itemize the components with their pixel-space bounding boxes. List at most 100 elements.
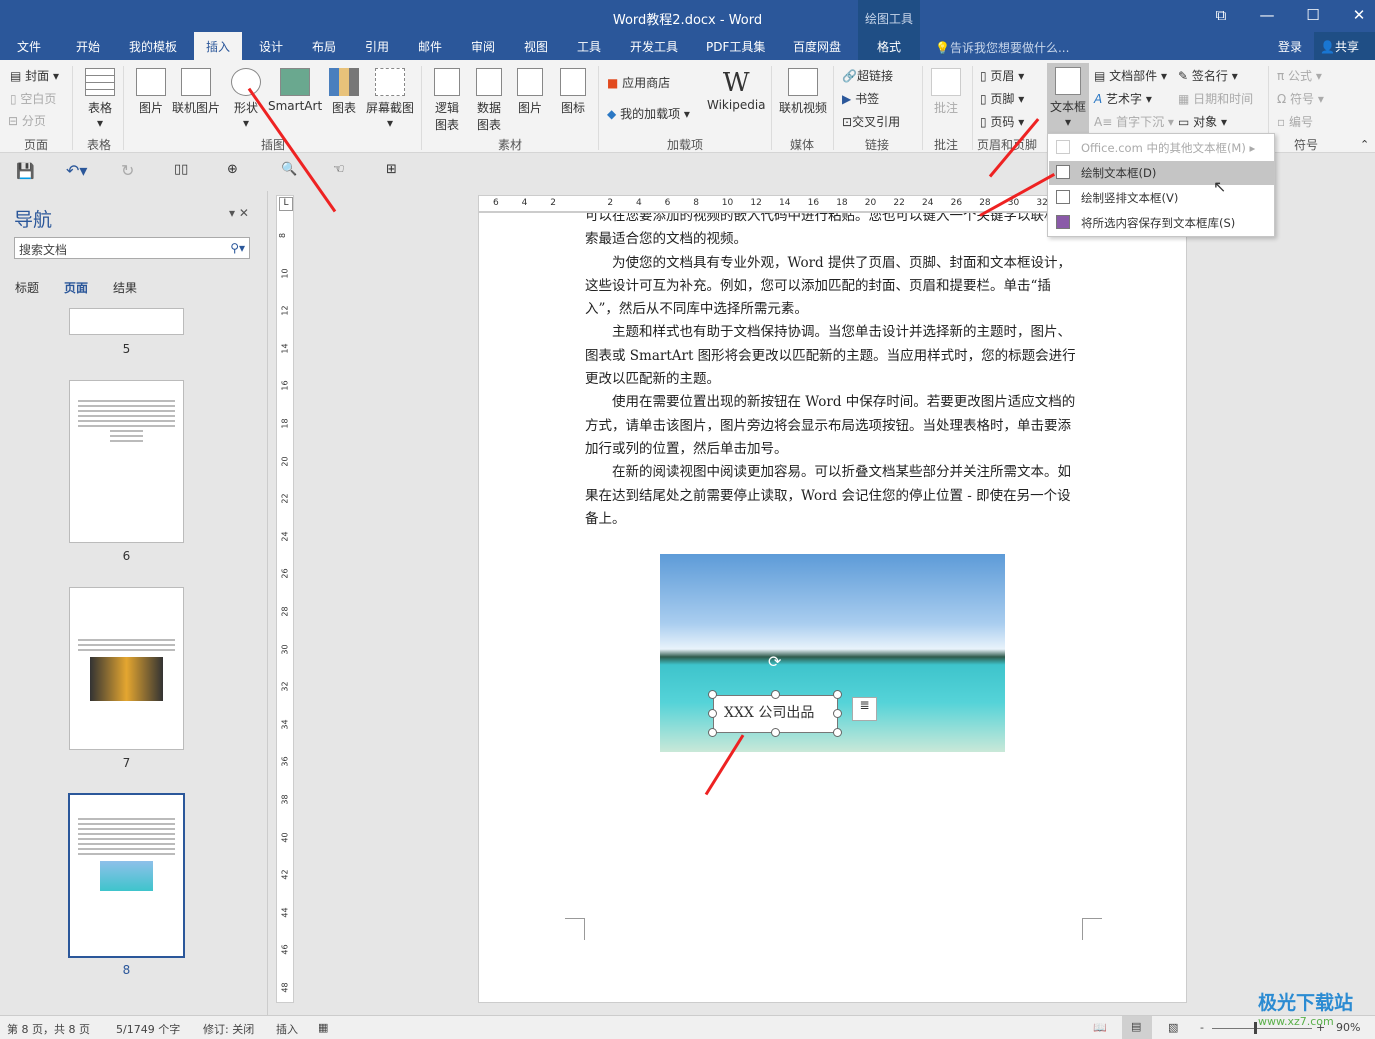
tab-insert[interactable]: 插入	[194, 32, 243, 60]
tab-view[interactable]: 视图	[524, 38, 548, 55]
symbol-button[interactable]: Ω 符号 ▾	[1277, 90, 1324, 107]
blank-page-button[interactable]: ▯ 空白页	[10, 90, 56, 107]
drop-cap-button[interactable]: A≡ 首字下沉 ▾	[1094, 113, 1174, 130]
page-thumbnail-6[interactable]	[69, 380, 184, 543]
smartart-button[interactable]: SmartArt	[268, 68, 322, 113]
data-chart-button[interactable]: 数据图表	[475, 68, 503, 133]
tab-home[interactable]: 开始	[76, 38, 100, 55]
quick-parts-button[interactable]: ▤ 文档部件 ▾	[1094, 67, 1167, 84]
tell-me-search[interactable]: 💡告诉我您想要做什么...	[935, 39, 1069, 56]
cover-page-button[interactable]: ▤ 封面 ▾	[10, 67, 59, 84]
menu-item-draw-textbox[interactable]: 绘制文本框(D)	[1049, 161, 1274, 185]
page-number-button[interactable]: ▯ 页码 ▾	[980, 113, 1024, 130]
ruler-tick-label: 4	[636, 198, 642, 208]
layout-options-icon[interactable]: ≣	[852, 697, 877, 721]
signin-link[interactable]: 登录	[1278, 38, 1302, 55]
tab-design[interactable]: 设计	[259, 38, 283, 55]
chart-button[interactable]: 图表	[329, 68, 359, 116]
vertical-ruler[interactable]: 8 10 12 14 16 18 20 22 24 26 28 30 32 34 36 38 40 42 44 46 4…	[276, 195, 294, 1003]
tab-review[interactable]: 审阅	[471, 38, 495, 55]
nav-options-icon[interactable]: ▾ ✕	[229, 206, 249, 220]
footer-button[interactable]: ▯ 页脚 ▾	[980, 90, 1024, 107]
page-thumbnail-8[interactable]	[68, 793, 185, 958]
hyperlink-button[interactable]: 🔗超链接	[842, 67, 893, 84]
share-button[interactable]: 👤共享	[1314, 32, 1375, 60]
redo-icon[interactable]: ↻	[121, 161, 134, 180]
tab-file[interactable]: 文件	[17, 38, 41, 55]
material-picture-button[interactable]: 图片	[517, 68, 543, 116]
print-layout-view-icon[interactable]: ▤	[1122, 1016, 1152, 1039]
collapse-ribbon-icon[interactable]: ⌃	[1360, 138, 1369, 151]
object-button[interactable]: ▭ 对象 ▾	[1178, 113, 1227, 130]
margin-mark	[1082, 918, 1102, 940]
bookmark-button[interactable]: ▶ 书签	[842, 90, 879, 107]
menu-item-save-to-gallery[interactable]: 将所选内容保存到文本框库(S)	[1049, 211, 1274, 235]
online-video-button[interactable]: 联机视频	[779, 68, 827, 116]
picture-button[interactable]: 图片	[136, 68, 166, 116]
search-input[interactable]: 搜索文档 ⚲▾	[14, 237, 250, 259]
wikipedia-button[interactable]: W Wikipedia	[707, 68, 766, 112]
page-thumbnail-5[interactable]	[69, 308, 184, 335]
screenshot-button[interactable]: 屏幕截图 ▾	[366, 68, 414, 130]
textbox-button[interactable]: 文本框 ▾	[1047, 63, 1089, 133]
menu-item-draw-vertical-textbox[interactable]: 绘制竖排文本框(V)	[1049, 186, 1274, 210]
zoom-slider-thumb[interactable]	[1254, 1022, 1257, 1034]
menu-item-office-textboxes[interactable]: Office.com 中的其他文本框(M) ▸	[1049, 136, 1274, 160]
icons-button[interactable]: 图标	[560, 68, 586, 116]
maximize-button[interactable]: ☐	[1298, 6, 1328, 24]
read-mode-icon[interactable]: ▯▯	[174, 162, 188, 177]
cross-reference-button[interactable]: ⊡交叉引用	[842, 113, 900, 130]
tab-layout[interactable]: 布局	[312, 38, 336, 55]
tab-tools[interactable]: 工具	[577, 38, 601, 55]
screenshot-icon	[375, 68, 405, 96]
logic-chart-button[interactable]: 逻辑图表	[433, 68, 461, 133]
header-button[interactable]: ▯ 页眉 ▾	[980, 67, 1024, 84]
horizontal-ruler[interactable]: 6 4 2 2 4 6 8 10 12 14 16 18 20 22 24 26 28 30 32	[478, 195, 1048, 212]
nav-tab-headings[interactable]: 标题	[15, 279, 39, 296]
my-addins-button[interactable]: ◆ 我的加载项 ▾	[607, 105, 690, 122]
rotate-handle-icon[interactable]: ⟳	[768, 652, 781, 671]
tab-references[interactable]: 引用	[365, 38, 389, 55]
equation-button[interactable]: π 公式 ▾	[1277, 67, 1322, 84]
ribbon-display-icon[interactable]: ⧉	[1206, 6, 1236, 24]
signature-line-button[interactable]: ✎ 签名行 ▾	[1178, 67, 1238, 84]
touch-mode-icon[interactable]: ☜	[333, 162, 345, 177]
page-count[interactable]: 第 8 页，共 8 页	[7, 1021, 90, 1037]
wordart-button[interactable]: A 艺术字 ▾	[1094, 90, 1152, 107]
tab-baidu[interactable]: 百度网盘	[793, 38, 841, 55]
nav-tab-pages[interactable]: 页面	[64, 279, 88, 296]
tab-pdf[interactable]: PDF工具集	[706, 38, 765, 55]
tab-format[interactable]: 格式	[858, 32, 920, 60]
close-button[interactable]: ✕	[1344, 6, 1374, 24]
tab-developer[interactable]: 开发工具	[630, 38, 678, 55]
print-preview-icon[interactable]: 🔍	[281, 162, 297, 177]
zoom-out-button[interactable]: -	[1200, 1021, 1204, 1034]
tab-mailings[interactable]: 邮件	[418, 38, 442, 55]
ruler-tick-label: 12	[280, 305, 290, 316]
tab-templates[interactable]: 我的模板	[129, 38, 177, 55]
nav-tab-results[interactable]: 结果	[113, 279, 137, 296]
track-changes-status[interactable]: 修订: 关闭	[203, 1021, 254, 1037]
online-picture-button[interactable]: 联机图片	[172, 68, 220, 116]
web-layout-view-icon[interactable]: ▧	[1168, 1021, 1178, 1034]
tab-selector[interactable]: L	[279, 197, 293, 211]
table-button[interactable]: 表格 ▾	[85, 68, 115, 130]
word-count[interactable]: 5/1749 个字	[116, 1021, 180, 1037]
page-thumbnail-7[interactable]	[69, 587, 184, 750]
customize-icon[interactable]: ⊞	[386, 162, 397, 177]
insert-mode[interactable]: 插入	[276, 1021, 298, 1037]
web-layout-icon[interactable]: ⊕	[227, 162, 238, 177]
app-store-button[interactable]: ■ 应用商店	[607, 74, 670, 91]
save-icon[interactable]: 💾	[16, 162, 35, 180]
ribbon-tabs: 文件 开始 我的模板 插入 设计 布局 引用 邮件 审阅 视图 工具 开发工具 …	[0, 32, 1375, 60]
comment-button[interactable]: 批注	[931, 68, 961, 116]
zoom-slider[interactable]	[1212, 1028, 1312, 1029]
page-break-button[interactable]: ⊟ 分页	[8, 112, 46, 129]
minimize-button[interactable]: —	[1252, 6, 1282, 24]
read-mode-view-icon[interactable]: 📖	[1093, 1021, 1107, 1034]
macro-icon[interactable]: ▦	[318, 1021, 328, 1034]
document-body[interactable]: 可以在您要添加的视频的嵌入代码中进行粘贴。您也可以键入一个关键字以联机搜索最适合…	[585, 213, 1077, 531]
undo-icon[interactable]: ↶▾	[66, 161, 87, 180]
date-time-button[interactable]: ▦ 日期和时间	[1178, 90, 1253, 107]
numbering-button[interactable]: ▫ 编号	[1277, 113, 1313, 130]
